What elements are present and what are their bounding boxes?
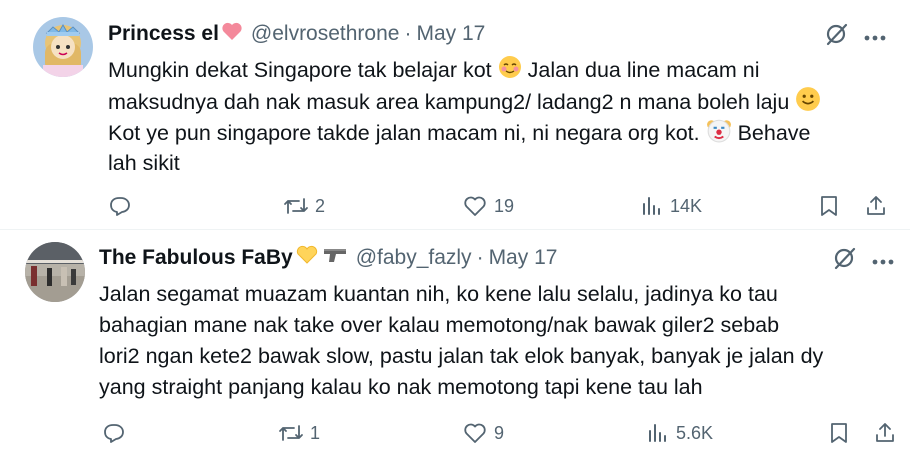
- tweet-text-line: bahagian mane nak take over kalau memoto…: [99, 313, 780, 337]
- analytics-icon: [649, 424, 666, 442]
- reply-button[interactable]: [102, 421, 132, 445]
- share-button[interactable]: [873, 421, 897, 445]
- tweet-text-line: lori2 ngan kete2 bawak slow, pastu jalan…: [99, 344, 824, 368]
- tweet-text-line: yang straight panjang kalau ko nak memot…: [99, 375, 703, 399]
- view-count: 5.6K: [676, 422, 714, 443]
- tweet-text: Jalan segamat muazam kuantan nih, ko ken…: [99, 279, 823, 403]
- avatar[interactable]: [25, 242, 85, 302]
- tweet-top-actions: [832, 245, 894, 276]
- repost-button[interactable]: 1: [278, 421, 320, 445]
- author-handle[interactable]: @faby_fazly: [356, 246, 472, 270]
- heart-outline-icon: [464, 423, 486, 443]
- heart-hands-icon: [295, 245, 319, 271]
- pistol-icon: [322, 246, 348, 270]
- tweet[interactable]: The Fabulous FaBy @faby_fazly · May 17 J…: [0, 0, 910, 443]
- tweet-text-line: Jalan segamat muazam kuantan nih, ko ken…: [99, 282, 778, 306]
- tweet-date[interactable]: May 17: [489, 246, 558, 270]
- bookmark-icon: [831, 423, 847, 443]
- like-button[interactable]: 9: [462, 421, 504, 445]
- share-icon: [876, 423, 894, 442]
- repost-count: 1: [310, 422, 321, 443]
- views-button[interactable]: 5.6K: [646, 421, 713, 445]
- tweet-header: The Fabulous FaBy @faby_fazly · May 17: [99, 245, 557, 271]
- separator: ·: [476, 246, 484, 269]
- tweet-actions: 1 9 5.6K: [0, 417, 910, 451]
- author-name[interactable]: The Fabulous FaBy: [99, 246, 293, 270]
- more-icon[interactable]: [872, 252, 894, 270]
- repost-icon: [279, 425, 303, 441]
- like-count: 9: [494, 422, 505, 443]
- grok-icon[interactable]: [832, 245, 858, 276]
- reply-icon: [104, 424, 124, 443]
- bookmark-button[interactable]: [828, 421, 850, 445]
